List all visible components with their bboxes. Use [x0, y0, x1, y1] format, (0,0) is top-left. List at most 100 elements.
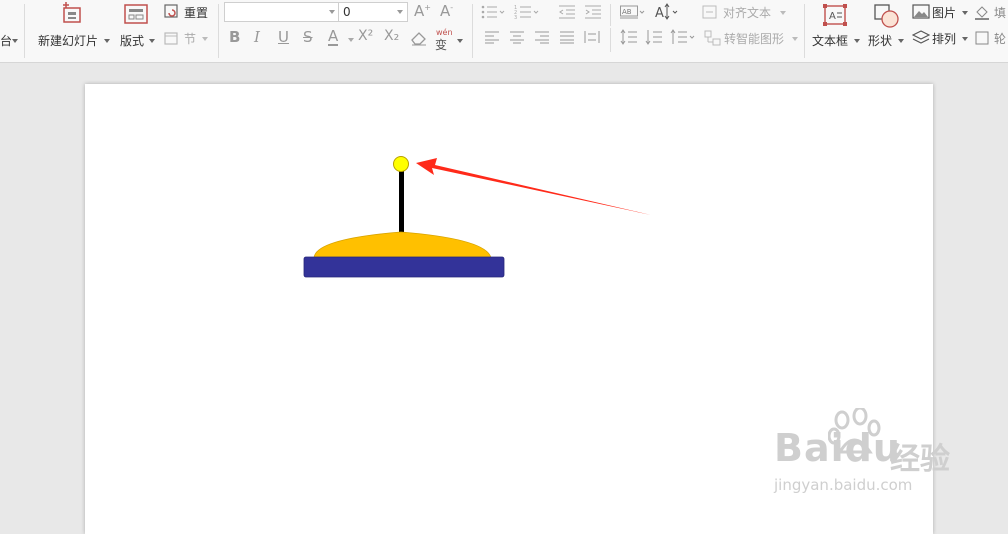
svg-text:3: 3 [514, 15, 517, 20]
layout-label: 版式 [120, 34, 145, 48]
divider [610, 4, 611, 26]
align-text-button[interactable]: 对齐文本 [702, 4, 792, 22]
watermark-url: jingyan.baidu.com [774, 476, 913, 494]
eraser-icon[interactable] [410, 30, 428, 46]
subscript-icon[interactable]: X₂ [384, 28, 399, 44]
svg-text:AB: AB [622, 8, 632, 16]
textbox-icon: A [823, 4, 847, 26]
reset-label: 重置 [184, 6, 209, 20]
divider [472, 4, 473, 58]
align-left-icon[interactable] [484, 30, 500, 44]
pinyin-guide-button[interactable]: wén 变 [434, 28, 464, 52]
font-size-select[interactable]: 0 [338, 2, 408, 22]
fill-icon [975, 6, 989, 20]
chevron-down-icon [397, 10, 403, 14]
arrange-label: 排列 [932, 32, 957, 46]
chevron-down-icon [792, 37, 798, 41]
knob-shape[interactable] [393, 156, 409, 172]
chevron-down-icon [962, 11, 968, 15]
superscript-icon[interactable]: X² [358, 28, 373, 44]
picture-icon [912, 4, 930, 19]
distribute-icon[interactable] [584, 30, 600, 44]
line-spacing-direction-icon[interactable]: A [655, 3, 681, 21]
divider [24, 4, 25, 58]
chevron-down-icon [12, 39, 18, 43]
italic-icon[interactable]: I [254, 28, 260, 46]
pinyin-bottom: 变 [435, 38, 448, 52]
spacing-options-icon[interactable] [670, 29, 696, 45]
font-size-value: 0 [343, 5, 351, 19]
svg-text:A: A [829, 11, 836, 22]
paragraph-spacing-icon[interactable] [645, 29, 663, 45]
section-label: 节 [184, 32, 197, 46]
chevron-down-icon [457, 39, 463, 43]
watermark-brand: Baidu [774, 426, 901, 470]
font-name-select[interactable] [224, 2, 340, 22]
align-text-label: 对齐文本 [723, 6, 772, 20]
increase-indent-icon[interactable] [584, 4, 602, 20]
divider [610, 28, 611, 52]
align-right-icon[interactable] [534, 30, 550, 44]
shape-icon [874, 4, 899, 28]
strikethrough-icon[interactable]: S [303, 28, 313, 46]
divider [218, 4, 219, 58]
outline-icon [975, 31, 989, 45]
textbox-button[interactable]: A 文本框 [812, 2, 860, 58]
dome-shape[interactable] [313, 231, 492, 259]
shape-button[interactable]: 形状 [868, 2, 908, 58]
arrange-icon [912, 30, 930, 44]
increase-font-icon[interactable]: A+ [414, 2, 431, 20]
chevron-down-icon [348, 38, 354, 42]
smartart-icon [704, 30, 721, 46]
chevron-down-icon [202, 37, 208, 41]
bold-icon[interactable]: B [229, 28, 240, 46]
fill-label: 填 [994, 6, 1007, 20]
numbering-icon[interactable]: 123 [514, 4, 540, 20]
convert-smartart-button[interactable]: 转智能图形 [704, 30, 800, 48]
chevron-down-icon [962, 37, 968, 41]
shape-label: 形状 [868, 34, 893, 48]
chevron-down-icon [780, 11, 786, 15]
section-icon [164, 32, 178, 45]
justify-icon[interactable] [559, 30, 575, 44]
line-spacing-icon[interactable] [620, 29, 638, 45]
fill-button[interactable]: 填 [974, 4, 1008, 22]
text-direction-icon[interactable]: AB [620, 5, 646, 19]
font-color-icon[interactable]: A [328, 28, 339, 46]
align-center-icon[interactable] [509, 30, 525, 44]
picture-label: 图片 [932, 6, 957, 20]
section-button[interactable]: 节 [164, 30, 214, 48]
textbox-label: 文本框 [812, 34, 849, 48]
decrease-indent-icon[interactable] [558, 4, 576, 20]
chevron-down-icon [854, 39, 860, 43]
layout-button[interactable]: 版式 [120, 2, 156, 58]
chevron-down-icon [898, 39, 904, 43]
ribbon-toolbar: 台 新建幻灯片 版式 重置 节 0 A+ A- B I U S A X² X₂ … [0, 0, 1008, 63]
underline-icon[interactable]: U [278, 28, 289, 46]
bullets-icon[interactable] [481, 4, 505, 20]
convert-smartart-label: 转智能图形 [724, 32, 785, 46]
watermark-brand-cn: 经验 [890, 442, 950, 477]
layout-icon [124, 4, 148, 24]
arrange-button[interactable]: 排列 [912, 30, 970, 48]
decrease-font-icon[interactable]: A- [440, 2, 453, 20]
partial-group-label[interactable]: 台 [0, 32, 12, 49]
divider [804, 4, 805, 58]
outline-button[interactable]: 轮 [974, 30, 1008, 48]
reset-button[interactable]: 重置 [164, 4, 214, 22]
pointer-arrow[interactable] [416, 158, 651, 215]
new-slide-label: 新建幻灯片 [38, 34, 99, 48]
new-slide-button[interactable]: 新建幻灯片 [38, 2, 110, 58]
pole-shape[interactable] [399, 170, 404, 232]
base-shape[interactable] [303, 256, 505, 278]
chevron-down-icon [329, 10, 335, 14]
outline-label: 轮 [994, 32, 1007, 46]
align-text-icon [702, 5, 717, 19]
chevron-down-icon [104, 39, 110, 43]
reset-icon [164, 4, 178, 18]
chevron-down-icon [149, 39, 155, 43]
new-slide-icon [63, 2, 81, 23]
picture-button[interactable]: 图片 [912, 4, 970, 22]
watermark: Baidu 经验 jingyan.baidu.com [760, 404, 1000, 496]
svg-text:A: A [655, 6, 664, 21]
